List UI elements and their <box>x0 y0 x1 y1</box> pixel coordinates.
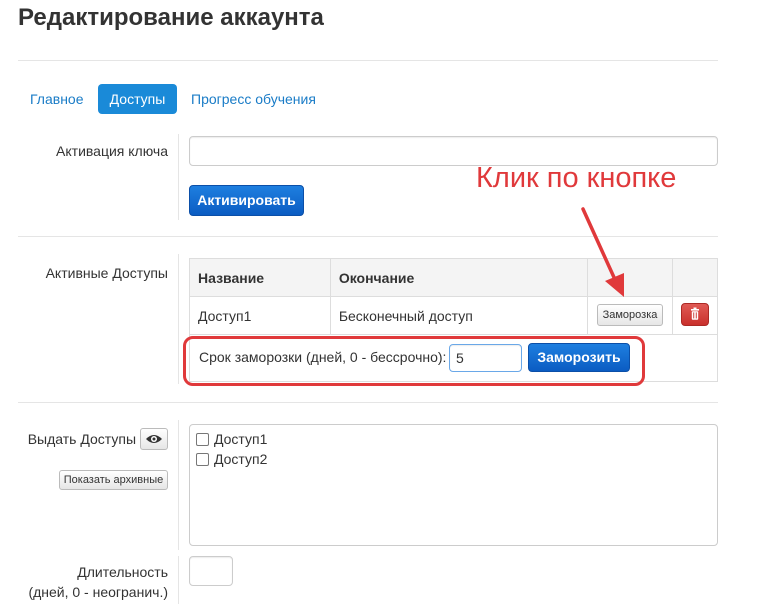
divider <box>18 60 718 61</box>
divider <box>178 254 179 384</box>
divider <box>178 556 179 604</box>
eye-icon <box>146 435 162 443</box>
freeze-button[interactable]: Заморозка <box>597 304 663 326</box>
arrow-icon <box>581 207 624 297</box>
duration-input[interactable] <box>189 556 233 586</box>
checkbox[interactable] <box>196 452 209 466</box>
table-header-row: Название Окончание <box>189 258 718 297</box>
grant-access-list: Доступ1 Доступ2 <box>189 424 718 546</box>
checkbox[interactable] <box>196 432 209 446</box>
activation-label: Активация ключа <box>56 143 168 159</box>
page-title: Редактирование аккаунта <box>18 4 324 31</box>
divider <box>18 402 718 403</box>
divider <box>178 420 179 550</box>
trash-icon <box>691 307 699 320</box>
activate-button[interactable]: Активировать <box>189 185 304 216</box>
active-access-label: Активные Доступы <box>45 265 168 281</box>
duration-label: Длительность <box>77 564 168 580</box>
list-item[interactable]: Доступ2 <box>196 449 711 469</box>
checkbox-label: Доступ2 <box>214 451 268 467</box>
column-header-delete <box>672 258 718 297</box>
duration-hint: (дней, 0 - неогранич.) <box>28 584 168 600</box>
toggle-visibility-button[interactable] <box>140 428 168 450</box>
column-header-name: Название <box>189 258 331 297</box>
checkbox-label: Доступ1 <box>214 431 268 447</box>
column-header-end: Окончание <box>329 258 589 297</box>
access-name-cell: Доступ1 <box>189 296 331 335</box>
annotation-text: Клик по кнопке <box>476 162 677 194</box>
divider <box>178 134 179 220</box>
delete-access-button[interactable] <box>681 303 709 326</box>
list-item[interactable]: Доступ1 <box>196 429 711 449</box>
tab-progress[interactable]: Прогресс обучения <box>181 84 326 114</box>
tab-access[interactable]: Доступы <box>98 84 177 114</box>
grant-access-label: Выдать Доступы <box>27 431 136 447</box>
highlight-frame <box>183 336 645 386</box>
tab-main[interactable]: Главное <box>20 84 94 114</box>
show-archived-button[interactable]: Показать архивные <box>59 470 168 490</box>
access-end-cell: Бесконечный доступ <box>329 296 589 335</box>
